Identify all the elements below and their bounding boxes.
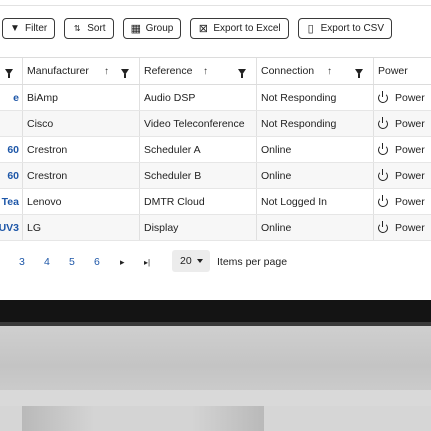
pagination: 3 4 5 6 ▸ ▸| 20 Items per page: [0, 248, 431, 276]
reference-cell: Audio DSP: [144, 91, 196, 104]
header-manufacturer-label: Manufacturer: [27, 65, 89, 77]
device-name-link[interactable]: 60: [7, 144, 19, 156]
page-link[interactable]: 6: [94, 256, 100, 268]
export-csv-button[interactable]: ▯ Export to CSV: [297, 18, 392, 39]
last-page-icon[interactable]: ▸|: [144, 258, 150, 267]
manufacturer-cell: Crestron: [27, 143, 68, 156]
table-row[interactable]: 60 Crestron Scheduler B Online Power: [0, 163, 431, 189]
table-row[interactable]: Tea Lenovo DMTR Cloud Not Logged In Powe…: [0, 189, 431, 215]
connection-cell: Online: [261, 221, 292, 234]
excel-icon: ⊠: [198, 23, 208, 35]
power-label: Power: [395, 221, 425, 234]
device-name-link[interactable]: e: [13, 92, 19, 104]
monitor-chin-band: [0, 390, 431, 406]
page-link[interactable]: 5: [69, 256, 75, 268]
connection-cell: Online: [261, 143, 292, 156]
header-reference-label: Reference: [144, 65, 193, 77]
power-label: Power: [395, 169, 425, 182]
manufacturer-cell: Cisco: [27, 117, 54, 130]
filter-icon[interactable]: [5, 69, 13, 78]
power-cell[interactable]: Power: [378, 163, 431, 188]
page-size-value: 20: [180, 255, 192, 267]
chevron-down-icon: [197, 259, 203, 263]
reference-cell: DMTR Cloud: [144, 195, 205, 208]
page-link[interactable]: 4: [44, 256, 50, 268]
reference-cell: Scheduler B: [144, 169, 202, 182]
power-icon[interactable]: [378, 116, 388, 129]
power-cell[interactable]: Power: [378, 189, 431, 214]
power-label: Power: [395, 117, 425, 130]
table-row[interactable]: Cisco Video Teleconference Not Respondin…: [0, 111, 431, 137]
device-name-link[interactable]: 60: [7, 170, 19, 182]
connection-cell: Not Logged In: [261, 195, 327, 208]
filter-button[interactable]: ▼ Filter: [2, 18, 56, 39]
power-icon[interactable]: [378, 220, 388, 233]
table-header-row: Manufacturer ↑ Reference ↑ Connection ↑ …: [0, 57, 431, 85]
reference-cell: Display: [144, 221, 179, 234]
group-button[interactable]: ▦ Group: [122, 18, 182, 39]
page-size-select[interactable]: 20: [172, 250, 210, 272]
power-cell[interactable]: Power: [378, 111, 431, 136]
connection-cell: Not Responding: [261, 117, 337, 130]
power-icon[interactable]: [378, 90, 388, 103]
device-name-link[interactable]: Tea: [2, 196, 19, 208]
sort-button[interactable]: ⇅ Sort: [64, 18, 114, 39]
page-link[interactable]: 3: [19, 256, 25, 268]
header-power[interactable]: Power: [378, 58, 431, 84]
power-cell[interactable]: Power: [378, 137, 431, 162]
items-per-page-label: Items per page: [217, 256, 288, 268]
filter-icon: ▼: [10, 23, 20, 34]
header-power-label: Power: [378, 65, 408, 77]
sort-arrow-icon[interactable]: ↑: [203, 66, 208, 77]
monitor-stand: [22, 406, 264, 431]
export-csv-label: Export to CSV: [320, 23, 384, 34]
table-row[interactable]: 60 Crestron Scheduler A Online Power: [0, 137, 431, 163]
connection-cell: Online: [261, 169, 292, 182]
export-excel-label: Export to Excel: [213, 23, 281, 34]
next-page-icon[interactable]: ▸: [120, 257, 125, 268]
header-connection-label: Connection: [261, 65, 315, 77]
filter-icon[interactable]: [355, 69, 363, 78]
header-manufacturer[interactable]: Manufacturer ↑: [27, 58, 139, 84]
power-icon[interactable]: [378, 194, 388, 207]
reference-cell: Video Teleconference: [144, 117, 245, 130]
manufacturer-cell: Lenovo: [27, 195, 62, 208]
power-icon[interactable]: [378, 168, 388, 181]
power-icon[interactable]: [378, 142, 388, 155]
manufacturer-cell: Crestron: [27, 169, 68, 182]
sort-label: Sort: [87, 23, 106, 34]
power-label: Power: [395, 143, 425, 156]
group-label: Group: [145, 23, 174, 34]
manufacturer-cell: BiAmp: [27, 91, 58, 104]
header-reference[interactable]: Reference ↑: [144, 58, 256, 84]
sort-arrow-icon[interactable]: ↑: [327, 66, 332, 77]
sort-arrow-icon[interactable]: ↑: [104, 66, 109, 77]
table-row[interactable]: e BiAmp Audio DSP Not Responding Power: [0, 85, 431, 111]
reference-cell: Scheduler A: [144, 143, 201, 156]
header-name-cell: [0, 58, 21, 84]
device-name-link[interactable]: UV3: [0, 222, 19, 234]
power-cell[interactable]: Power: [378, 85, 431, 110]
manufacturer-cell: LG: [27, 221, 42, 234]
table-row[interactable]: UV3 LG Display Online Power: [0, 215, 431, 241]
header-connection[interactable]: Connection ↑: [261, 58, 373, 84]
header-divider: [0, 0, 431, 6]
power-cell[interactable]: Power: [378, 215, 431, 240]
app-screen: ▼ Filter ⇅ Sort ▦ Group ⊠ Export to Exce…: [0, 0, 431, 300]
filter-icon[interactable]: [121, 69, 129, 78]
power-label: Power: [395, 91, 425, 104]
monitor-bezel: [0, 300, 431, 324]
toolbar: ▼ Filter ⇅ Sort ▦ Group ⊠ Export to Exce…: [2, 18, 392, 40]
sort-icon: ⇅: [73, 24, 81, 33]
document-icon: ▯: [307, 23, 314, 35]
filter-icon[interactable]: [238, 69, 246, 78]
power-label: Power: [395, 195, 425, 208]
filter-label: Filter: [25, 23, 48, 34]
connection-cell: Not Responding: [261, 91, 337, 104]
export-excel-button[interactable]: ⊠ Export to Excel: [190, 18, 289, 39]
grid-icon: ▦: [130, 23, 141, 35]
